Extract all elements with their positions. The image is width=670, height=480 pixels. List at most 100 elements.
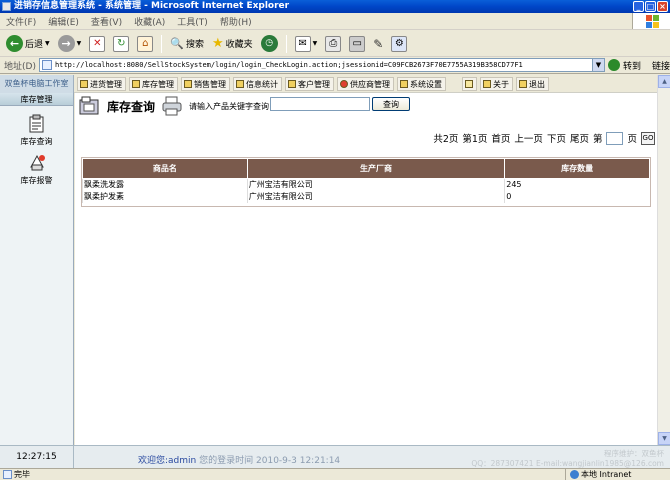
mail-button[interactable]: ✉ ▼ [293, 33, 320, 55]
status-text: 完毕 [14, 470, 30, 479]
cell-quantity: 245 [504, 178, 650, 191]
history-button[interactable]: ◷ [259, 33, 280, 55]
refresh-icon: ↻ [113, 35, 130, 52]
page-first-link[interactable]: 首页 [491, 131, 510, 145]
edit-button[interactable]: ▭ [347, 33, 367, 55]
nav-home[interactable] [462, 77, 477, 91]
nav-about[interactable]: 关于 [480, 77, 513, 91]
status-bar: 完毕 本地 Intranet [0, 468, 670, 480]
vertical-scrollbar[interactable]: ▲ ▼ [657, 75, 670, 445]
address-dropdown-icon[interactable]: ▼ [591, 59, 604, 71]
nav-label: 库存管理 [142, 79, 174, 89]
scroll-down-icon[interactable]: ▼ [658, 432, 670, 445]
home-icon: ⌂ [137, 35, 154, 52]
forward-button[interactable]: → ▼ [56, 33, 84, 55]
app-header: 双鱼杯电脑工作室 进货管理 库存管理 销售管理 信息统计 客户管理 供应商管理 … [0, 75, 670, 93]
nav-sales[interactable]: 销售管理 [181, 77, 230, 91]
address-input[interactable]: http://localhost:8080/SellStockSystem/lo… [38, 58, 605, 72]
toolbar-separator [285, 34, 287, 53]
table-header-row: 商品名 生产厂商 库存数量 [82, 158, 650, 179]
printer-icon [162, 96, 182, 116]
browser-toolbar: ← 后退 ▼ → ▼ ✕ ↻ ⌂ 🔍 搜索 ★ 收藏夹 ◷ ✉ ▼ ⎙ ▭ ✎ ⚙ [0, 31, 670, 57]
nav-label: 供应商管理 [350, 79, 390, 89]
inventory-folder-icon [79, 96, 99, 115]
nav-inventory[interactable]: 库存管理 [129, 77, 178, 91]
refresh-button[interactable]: ↻ [111, 33, 131, 55]
settings-icon [400, 80, 408, 88]
search-icon: 🔍 [170, 37, 184, 50]
nav-label: 系统设置 [410, 79, 442, 89]
nav-settings[interactable]: 系统设置 [397, 77, 446, 91]
cell-quantity: 0 [504, 190, 650, 203]
go-label[interactable]: 转到 [623, 59, 641, 72]
sidebar-title: 库存管理 [0, 93, 73, 106]
col-header-product: 商品名 [82, 158, 248, 179]
goto-prefix: 第 [592, 134, 603, 145]
home-icon [465, 80, 473, 88]
page-next-link[interactable]: 下页 [547, 131, 566, 145]
username: admin [168, 456, 197, 466]
stop-button[interactable]: ✕ [87, 33, 107, 55]
page-title: 库存查询 [107, 99, 156, 114]
page-prev-link[interactable]: 上一页 [514, 131, 543, 145]
home-button[interactable]: ⌂ [135, 33, 155, 55]
about-icon [483, 80, 491, 88]
menu-view[interactable]: 查看(V) [91, 15, 122, 28]
page-header: 库存查询 请输入产品关键字查询： [79, 96, 277, 116]
menu-favorites[interactable]: 收藏(A) [134, 15, 165, 28]
nav-customers[interactable]: 客户管理 [285, 77, 334, 91]
address-label: 地址(D) [4, 61, 36, 72]
menu-edit[interactable]: 编辑(E) [48, 15, 79, 28]
window-titlebar: 进销存信息管理系统 - 系统管理 - Microsoft Internet Ex… [0, 0, 670, 13]
scroll-up-icon[interactable]: ▲ [658, 75, 670, 88]
menu-tools[interactable]: 工具(T) [177, 15, 208, 28]
nav-statistics[interactable]: 信息统计 [233, 77, 282, 91]
go-arrow-icon[interactable] [607, 59, 620, 71]
intranet-icon [570, 470, 579, 479]
purchase-icon [80, 80, 88, 88]
nav-label: 销售管理 [194, 79, 226, 89]
links-label[interactable]: 链接 [652, 59, 670, 72]
address-url: http://localhost:8080/SellStockSystem/lo… [54, 61, 523, 69]
goto-suffix: 页 [627, 134, 637, 145]
search-input[interactable] [270, 97, 370, 111]
status-left: 完毕 [3, 469, 30, 480]
sidebar-item-label: 库存报警 [20, 176, 53, 185]
menu-help[interactable]: 帮助(H) [220, 15, 252, 28]
maximize-button[interactable]: □ [645, 1, 656, 12]
main-content: 库存查询 请输入产品关键字查询： 查询 共2页 第1页 首页 上一页 下页 尾页… [75, 93, 657, 445]
go-button[interactable]: GO [641, 131, 655, 145]
search-button-toolbar[interactable]: 🔍 搜索 [168, 33, 206, 55]
nav-suppliers[interactable]: 供应商管理 [337, 77, 394, 91]
brand: 双鱼杯电脑工作室 [0, 75, 74, 93]
sidebar-item-stock-alarm[interactable]: 库存报警 [0, 153, 73, 186]
nav-label: 退出 [529, 79, 545, 89]
toolbar-separator [161, 34, 163, 53]
nav-right: 关于 退出 [462, 77, 549, 91]
table-row: 飘柔护发素 广州宝洁有限公司 0 [82, 190, 650, 203]
customer-icon [288, 80, 296, 88]
nav-purchase[interactable]: 进货管理 [77, 77, 126, 91]
page-number-input[interactable] [606, 131, 624, 145]
search-button[interactable]: 查询 [372, 97, 410, 111]
stock-table: 商品名 生产厂商 库存数量 飘柔洗发露 广州宝洁有限公司 245 飘柔护发素 广… [82, 158, 650, 203]
clipboard-icon [29, 114, 43, 133]
ie-icon [2, 2, 11, 11]
nav-logout[interactable]: 退出 [516, 77, 549, 91]
cell-product: 飘柔洗发露 [82, 178, 248, 191]
history-icon: ◷ [260, 35, 278, 52]
menu-file[interactable]: 文件(F) [6, 15, 36, 28]
close-button[interactable]: × [657, 1, 668, 12]
login-time: 2010-9-3 12:21:14 [256, 456, 341, 466]
favorites-button[interactable]: ★ 收藏夹 [210, 33, 255, 55]
sidebar-item-stock-query[interactable]: 库存查询 [0, 114, 73, 147]
page-icon [41, 60, 52, 70]
inventory-icon [132, 80, 140, 88]
research-button[interactable]: ⚙ [389, 33, 409, 55]
back-button[interactable]: ← 后退 ▼ [4, 33, 52, 55]
messenger-button[interactable]: ✎ [371, 33, 385, 55]
print-button[interactable]: ⎙ [323, 33, 343, 55]
minimize-button[interactable]: _ [633, 1, 644, 12]
page-last-link[interactable]: 尾页 [570, 131, 589, 145]
sales-icon [184, 80, 192, 88]
